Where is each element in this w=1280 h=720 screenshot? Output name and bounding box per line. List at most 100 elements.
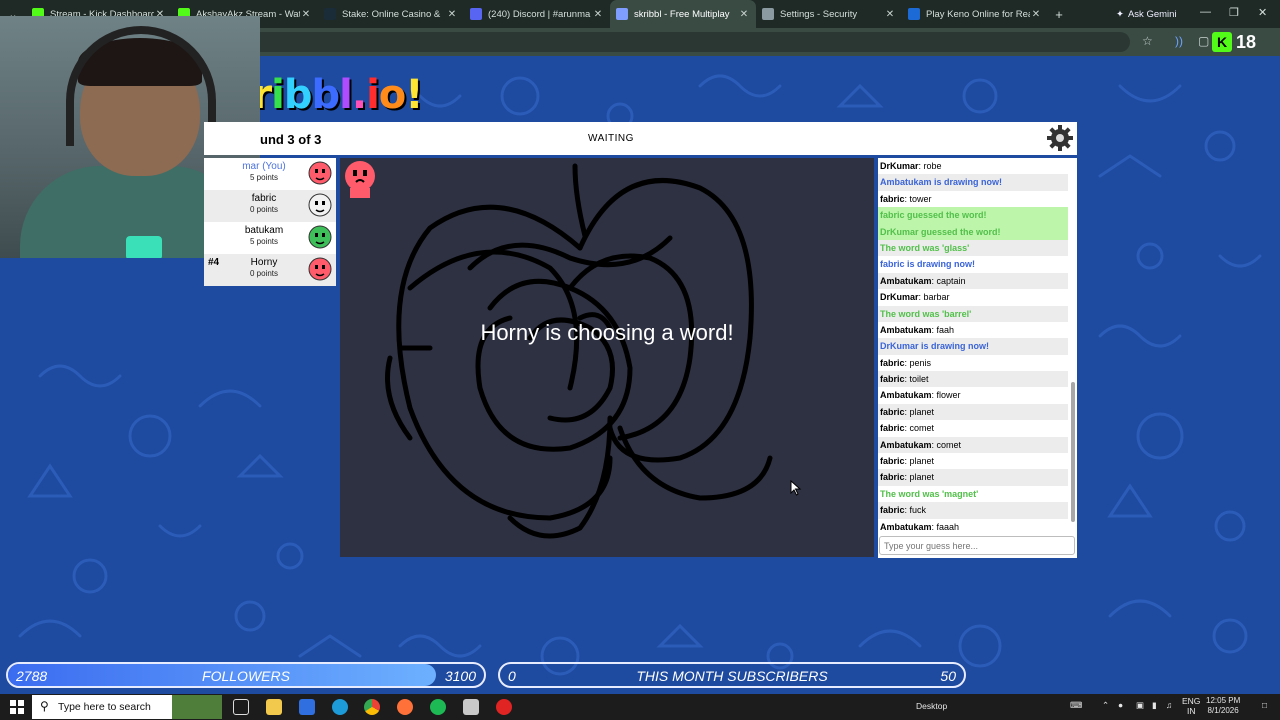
- keno-icon: [908, 8, 920, 20]
- chat-author: Ambatukam: [880, 521, 932, 532]
- extension-badge[interactable]: 18: [1236, 32, 1256, 53]
- tab-close-icon[interactable]: ✕: [446, 9, 458, 20]
- spotify-icon[interactable]: [430, 699, 446, 715]
- chat-message: DrKumar: robe: [878, 158, 1068, 174]
- taskbar-clock[interactable]: 12:05 PM 8/1/2026: [1206, 696, 1240, 716]
- new-tab-button[interactable]: +: [1048, 7, 1070, 22]
- keyboard-icon[interactable]: ⌨: [1070, 700, 1082, 711]
- tab-title: Settings - Security: [780, 8, 858, 20]
- chat-message: Ambatukam: comet: [878, 436, 1068, 454]
- ask-gemini-button[interactable]: ✦ Ask Gemini: [1108, 5, 1185, 23]
- tab-title: Stake: Online Casino &: [342, 8, 441, 20]
- player-name: Horny: [250, 257, 278, 268]
- player-list: mar (You) 5 points fabric 0 points batukam 5 …: [204, 158, 336, 286]
- subscribers-label: THIS MONTH SUBSCRIBERS: [636, 668, 828, 684]
- task-view-icon[interactable]: [233, 699, 249, 715]
- network-icon[interactable]: ▣: [1136, 700, 1144, 711]
- firefox-icon[interactable]: [397, 699, 413, 715]
- close-window-icon[interactable]: ✕: [1258, 6, 1267, 19]
- chat-author: Ambatukam: [880, 390, 932, 401]
- chat-message: fabric guessed the word!: [878, 207, 1068, 224]
- app-icon[interactable]: [463, 699, 479, 715]
- player-row[interactable]: #4 Horny 0 points: [204, 254, 336, 286]
- kick-extension-icon[interactable]: K: [1212, 32, 1232, 52]
- drawing-canvas[interactable]: Horny is choosing a word!: [340, 158, 874, 557]
- clock-time: 12:05 PM: [1206, 696, 1241, 705]
- tray-chevron-icon[interactable]: ⌃: [1102, 700, 1109, 711]
- chat-scroll-thumb[interactable]: [1071, 382, 1075, 522]
- tab-close-icon[interactable]: ✕: [592, 9, 604, 20]
- media-icon[interactable]: )): [1175, 34, 1183, 48]
- notifications-icon[interactable]: □: [1262, 700, 1267, 710]
- windows-start-icon[interactable]: [10, 700, 24, 714]
- choosing-word-message: Horny is choosing a word!: [480, 320, 734, 345]
- chat-message: Ambatukam: flower: [878, 387, 1068, 403]
- guess-input[interactable]: [879, 536, 1075, 555]
- stake-icon: [324, 8, 336, 20]
- edge-icon[interactable]: [332, 699, 348, 715]
- logo-letter: !: [405, 72, 423, 118]
- gear-icon: [762, 8, 774, 20]
- player-points: 5 points: [249, 173, 279, 182]
- taskbar-search-box[interactable]: ⚲ Type here to search: [32, 695, 222, 719]
- game-header: und 3 of 3 WAITING: [204, 122, 1077, 155]
- logo-letter: b: [283, 72, 313, 118]
- chat-author: DrKumar: [880, 161, 919, 171]
- clock-date: 8/1/2026: [1207, 706, 1239, 715]
- store-icon[interactable]: [299, 699, 315, 715]
- browser-tab[interactable]: skribbl - Free Multiplay ✕: [610, 0, 756, 28]
- followers-goal-bar: 2788 FOLLOWERS 3100: [6, 662, 486, 688]
- browser-tab[interactable]: (240) Discord | #arunma ✕: [464, 0, 610, 28]
- player-avatar-icon: [308, 161, 332, 185]
- chat-author: DrKumar: [880, 292, 919, 303]
- player-row[interactable]: mar (You) 5 points: [204, 158, 336, 190]
- restore-icon[interactable]: ❐: [1229, 6, 1239, 19]
- ask-gemini-label: Ask Gemini: [1127, 8, 1177, 20]
- browser-tab[interactable]: Settings - Security ✕: [756, 0, 902, 28]
- logo-letter: l: [339, 72, 353, 118]
- chrome-icon[interactable]: [364, 699, 380, 715]
- tab-close-icon[interactable]: ✕: [738, 9, 750, 20]
- chat-text: faaah: [936, 521, 960, 532]
- chat-author: fabric: [880, 423, 905, 434]
- chat-message: fabric: planet: [878, 403, 1068, 421]
- obs-record-icon[interactable]: [496, 699, 512, 715]
- tab-close-icon[interactable]: ✕: [1030, 9, 1042, 20]
- gemini-icon: ✦: [1116, 8, 1124, 20]
- chat-message: DrKumar: barbar: [878, 289, 1068, 305]
- player-avatar-icon: [308, 257, 332, 281]
- player-row[interactable]: batukam 5 points: [204, 222, 336, 254]
- chat-panel: DrKumar: robe Ambatukam is drawing now! fa…: [878, 158, 1077, 558]
- bookmark-star-icon[interactable]: ☆: [1142, 34, 1153, 48]
- region-code: IN: [1186, 706, 1196, 716]
- chooser-avatar-icon: [345, 161, 375, 198]
- volume-icon[interactable]: ♫: [1166, 700, 1172, 710]
- chat-text: planet: [909, 456, 935, 467]
- chat-text: tower: [909, 193, 932, 204]
- taskbar-search-placeholder: Type here to search: [58, 701, 151, 713]
- player-row[interactable]: fabric 0 points: [204, 190, 336, 222]
- battery-icon[interactable]: ▮: [1152, 700, 1157, 711]
- chat-author: fabric: [880, 505, 905, 516]
- tray-app-icon[interactable]: ●: [1118, 700, 1123, 710]
- browser-tab[interactable]: Stake: Online Casino & ✕: [318, 0, 464, 28]
- chat-text: penis: [909, 357, 932, 368]
- browser-tab[interactable]: Play Keno Online for Real M✕: [902, 0, 1048, 28]
- chat-message: The word was 'magnet': [880, 488, 979, 499]
- language-indicator[interactable]: ENG IN: [1182, 696, 1200, 716]
- tab-close-icon[interactable]: ✕: [884, 9, 896, 20]
- minimize-icon[interactable]: —: [1200, 6, 1211, 18]
- player-points: 5 points: [249, 237, 279, 246]
- desktop-toolbar-label[interactable]: Desktop: [916, 701, 947, 711]
- chat-scrollbar[interactable]: [1070, 160, 1076, 532]
- player-name: mar (You): [242, 161, 286, 172]
- mouse-cursor-icon: [790, 480, 802, 496]
- file-explorer-icon[interactable]: [266, 699, 282, 715]
- chat-message: fabric: fuck: [878, 502, 1068, 519]
- extensions-icon[interactable]: ▢: [1198, 34, 1209, 48]
- settings-gear-icon[interactable]: [1046, 124, 1074, 152]
- chat-messages[interactable]: DrKumar: robe Ambatukam is drawing now! fa…: [878, 158, 1077, 534]
- chat-message: The word was 'glass': [878, 239, 1068, 257]
- followers-target: 3100: [444, 668, 476, 684]
- tab-close-icon[interactable]: ✕: [300, 9, 312, 20]
